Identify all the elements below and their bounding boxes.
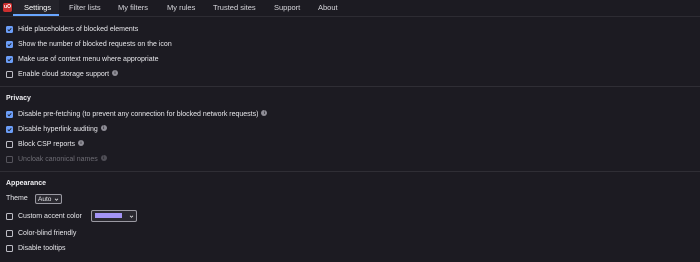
active-tab-underline (13, 14, 59, 16)
checkmark-icon (7, 127, 12, 131)
appearance-section-title: Appearance (6, 180, 47, 187)
disable-tooltips-checkbox[interactable] (6, 244, 13, 252)
section-divider (0, 171, 700, 172)
tab-filter-lists[interactable]: Filter lists (69, 0, 101, 16)
block-csp-reports-label: Block CSP reports i (18, 140, 85, 148)
checkmark-icon (7, 27, 12, 31)
tab-my-filters[interactable]: My filters (118, 0, 148, 16)
chevron-down-icon (129, 215, 134, 218)
ublock-logo-icon: uO (3, 3, 12, 12)
privacy-section-title: Privacy (6, 95, 31, 102)
hide-placeholders-checkbox[interactable] (6, 25, 13, 33)
show-blocked-count-label: Show the number of blocked requests on t… (18, 40, 172, 48)
disable-prefetching-label-text: Disable pre-fetching (to prevent any con… (18, 110, 259, 118)
context-menu-checkbox[interactable] (6, 55, 13, 63)
accent-color-swatch (95, 213, 122, 218)
cloud-storage-checkbox[interactable] (6, 70, 13, 78)
info-icon[interactable]: i (261, 110, 268, 117)
chevron-down-icon (54, 198, 59, 201)
hide-placeholders-label: Hide placeholders of blocked elements (18, 25, 139, 33)
disable-tooltips-label: Disable tooltips (18, 244, 66, 252)
disable-prefetching-checkbox[interactable] (6, 110, 13, 118)
tab-my-rules[interactable]: My rules (167, 0, 195, 16)
top-navigation-bar: uO Settings Filter lists My filters My r… (0, 0, 700, 17)
disable-hyperlink-auditing-label: Disable hyperlink auditing i (18, 125, 107, 133)
checkmark-icon (7, 57, 12, 61)
cloud-storage-label-text: Enable cloud storage support (18, 70, 110, 78)
block-csp-reports-label-text: Block CSP reports (18, 140, 76, 148)
disable-prefetching-label: Disable pre-fetching (to prevent any con… (18, 110, 268, 118)
disable-hyperlink-auditing-label-text: Disable hyperlink auditing (18, 125, 98, 133)
custom-accent-color-label: Custom accent color (18, 212, 82, 220)
uncloak-canonical-names-checkbox (6, 155, 13, 163)
block-csp-reports-checkbox[interactable] (6, 140, 13, 148)
color-blind-friendly-label: Color-blind friendly (18, 229, 77, 237)
tab-about[interactable]: About (318, 0, 338, 16)
theme-select-value: Auto (38, 195, 52, 203)
uncloak-canonical-names-label: Uncloak canonical names i (18, 155, 107, 163)
show-blocked-count-checkbox[interactable] (6, 40, 13, 48)
checkmark-icon (7, 112, 12, 116)
info-icon[interactable]: i (112, 70, 119, 77)
theme-select[interactable]: Auto (35, 194, 62, 204)
disable-hyperlink-auditing-checkbox[interactable] (6, 125, 13, 133)
checkmark-icon (7, 42, 12, 46)
color-blind-friendly-checkbox[interactable] (6, 229, 13, 237)
tab-support[interactable]: Support (274, 0, 300, 16)
uncloak-canonical-names-label-text: Uncloak canonical names (18, 155, 98, 163)
section-divider (0, 86, 700, 87)
info-icon: i (100, 155, 107, 162)
context-menu-label: Make use of context menu where appropria… (18, 55, 159, 63)
custom-accent-color-checkbox[interactable] (6, 212, 13, 220)
info-icon[interactable]: i (78, 140, 85, 147)
tab-trusted-sites[interactable]: Trusted sites (213, 0, 256, 16)
cloud-storage-label: Enable cloud storage support i (18, 70, 119, 78)
theme-label: Theme (6, 195, 28, 202)
accent-color-picker[interactable] (91, 210, 137, 222)
info-icon[interactable]: i (100, 125, 107, 132)
